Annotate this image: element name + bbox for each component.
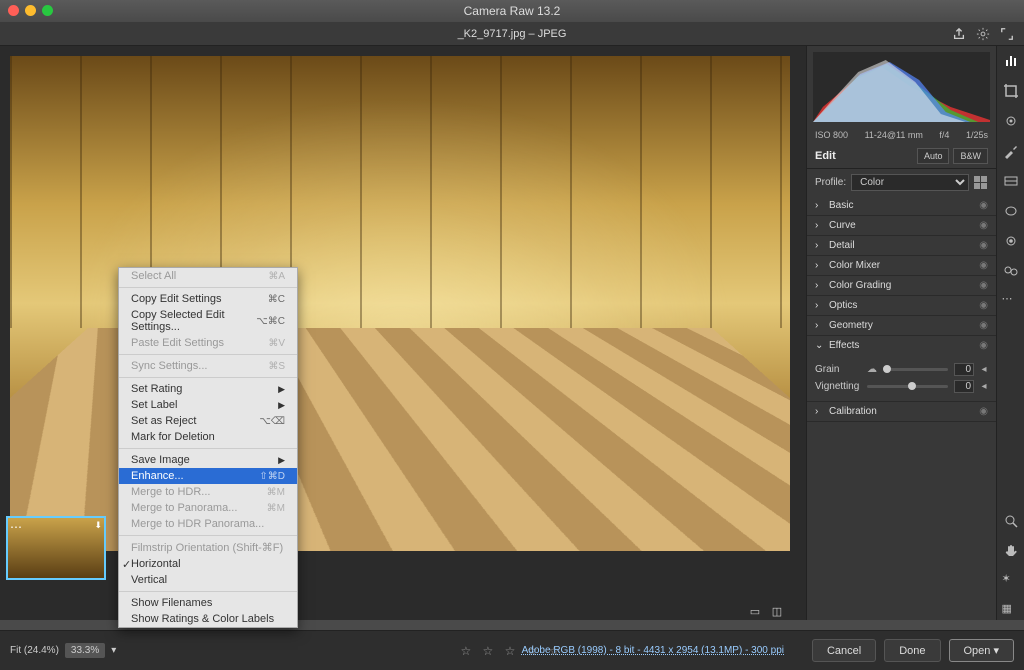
thumbnail-save-icon[interactable]: ⬇: [94, 520, 102, 531]
context-menu-item[interactable]: Enhance...⇧⌘D: [119, 468, 297, 484]
context-menu-item[interactable]: Show Filenames: [119, 595, 297, 611]
histogram[interactable]: [813, 52, 990, 122]
workflow-options-link[interactable]: Adobe RGB (1998) - 8 bit - 4431 x 2954 (…: [522, 645, 784, 656]
context-menu-item[interactable]: Save Image▶: [119, 452, 297, 468]
minimize-window-icon[interactable]: [25, 5, 36, 16]
footer-bar: Fit (24.4%) 33.3% ▾ ☆ ☆ ☆ ☆ ☆ Adobe RGB …: [0, 630, 1024, 670]
section-optics[interactable]: ›Optics◉: [807, 296, 996, 315]
zoom-dropdown-icon[interactable]: ▾: [111, 645, 116, 656]
radial-tool-icon[interactable]: [1002, 202, 1020, 220]
done-button[interactable]: Done: [884, 639, 940, 662]
compare-view-icon[interactable]: ◫: [770, 604, 784, 618]
preset-tool-icon[interactable]: [1002, 262, 1020, 280]
zoom-level[interactable]: 33.3%: [65, 643, 105, 658]
section-colorgrading[interactable]: ›Color Grading◉: [807, 276, 996, 295]
visibility-eye-icon[interactable]: ◉: [979, 280, 988, 291]
maximize-window-icon[interactable]: [42, 5, 53, 16]
context-menu-item: Merge to Panorama...⌘M: [119, 500, 297, 516]
section-geometry[interactable]: ›Geometry◉: [807, 316, 996, 335]
auto-button[interactable]: Auto: [917, 148, 950, 164]
visibility-eye-icon[interactable]: ◉: [979, 320, 988, 331]
context-menu-item: Merge to HDR Panorama...: [119, 516, 297, 532]
close-window-icon[interactable]: [8, 5, 19, 16]
visibility-eye-icon[interactable]: ◉: [979, 340, 988, 351]
gradient-tool-icon[interactable]: [1002, 172, 1020, 190]
redeye-tool-icon[interactable]: [1002, 232, 1020, 250]
more-tool-icon[interactable]: ⋯: [1002, 292, 1020, 310]
visibility-eye-icon[interactable]: ◉: [979, 406, 988, 417]
context-menu-item[interactable]: Set Label▶: [119, 397, 297, 413]
section-basic[interactable]: ›Basic◉: [807, 196, 996, 215]
sampler-tool-icon[interactable]: ✶: [1002, 572, 1020, 590]
heal-tool-icon[interactable]: [1002, 112, 1020, 130]
profile-label: Profile:: [815, 177, 846, 188]
visibility-eye-icon[interactable]: ◉: [979, 300, 988, 311]
context-menu[interactable]: Select All⌘A Copy Edit Settings⌘CCopy Sel…: [118, 267, 298, 628]
context-menu-item: Select All⌘A: [119, 268, 297, 284]
context-menu-item: Merge to HDR...⌘M: [119, 484, 297, 500]
cancel-button[interactable]: Cancel: [812, 639, 876, 662]
context-menu-item[interactable]: Set Rating▶: [119, 381, 297, 397]
file-name-label: _K2_9717.jpg – JPEG: [458, 28, 567, 40]
grain-slider[interactable]: [883, 368, 948, 371]
lens-label: 11-24@11 mm: [865, 130, 923, 140]
macos-titlebar: Camera Raw 13.2: [0, 0, 1024, 22]
hand-tool-icon[interactable]: [1002, 542, 1020, 560]
filmstrip-thumbnail[interactable]: ⋯ ⬇: [6, 516, 106, 580]
visibility-eye-icon[interactable]: ◉: [979, 240, 988, 251]
image-canvas[interactable]: ⋯ ⬇ Select All⌘A Copy Edit Settings⌘CCopy…: [0, 46, 806, 620]
iso-label: ISO 800: [815, 130, 848, 140]
exif-bar: ISO 800 11-24@11 mm f/4 1/25s: [807, 128, 996, 144]
crop-tool-icon[interactable]: [1002, 82, 1020, 100]
context-menu-item[interactable]: Copy Selected Edit Settings...⌥⌘C: [119, 307, 297, 335]
single-view-icon[interactable]: ▭: [748, 604, 762, 618]
vignetting-value[interactable]: 0: [954, 380, 974, 393]
context-menu-item[interactable]: Copy Edit Settings⌘C: [119, 291, 297, 307]
fit-label[interactable]: Fit (24.4%): [10, 645, 59, 656]
visibility-eye-icon[interactable]: ◉: [979, 200, 988, 211]
profile-select[interactable]: Color: [851, 174, 969, 191]
shutter-label: 1/25s: [966, 130, 988, 140]
context-menu-item[interactable]: Vertical: [119, 572, 297, 588]
bw-button[interactable]: B&W: [953, 148, 988, 164]
context-menu-item: Paste Edit Settings⌘V: [119, 335, 297, 351]
brush-tool-icon[interactable]: [1002, 142, 1020, 160]
zoom-tool-icon[interactable]: [1002, 512, 1020, 530]
grain-preset-icon[interactable]: ☁: [867, 364, 877, 375]
visibility-eye-icon[interactable]: ◉: [979, 220, 988, 231]
edit-tool-icon[interactable]: [1002, 52, 1020, 70]
export-icon[interactable]: [952, 27, 966, 41]
context-menu-item[interactable]: Set as Reject⌥⌫: [119, 413, 297, 429]
grid-tool-icon[interactable]: ▦: [1002, 602, 1020, 620]
fullscreen-icon[interactable]: [1000, 27, 1014, 41]
settings-gear-icon[interactable]: [976, 27, 990, 41]
context-menu-item: Sync Settings...⌘S: [119, 358, 297, 374]
context-menu-item[interactable]: Show Ratings & Color Labels: [119, 611, 297, 627]
vignetting-slider[interactable]: [867, 385, 948, 388]
section-curve[interactable]: ›Curve◉: [807, 216, 996, 235]
grain-expand-icon[interactable]: ◂: [980, 364, 988, 375]
thumbnail-menu-icon[interactable]: ⋯: [10, 520, 22, 534]
vignetting-expand-icon[interactable]: ◂: [980, 381, 988, 392]
aperture-label: f/4: [939, 130, 949, 140]
open-button[interactable]: Open ▾: [949, 639, 1015, 662]
edit-panel: ISO 800 11-24@11 mm f/4 1/25s Edit Auto …: [806, 46, 996, 620]
context-menu-item[interactable]: Mark for Deletion: [119, 429, 297, 445]
section-effects[interactable]: ⌄Effects◉: [807, 336, 996, 355]
grain-label: Grain: [815, 364, 861, 375]
section-colormixer[interactable]: ›Color Mixer◉: [807, 256, 996, 275]
vignetting-label: Vignetting: [815, 381, 861, 392]
profile-browser-icon[interactable]: [974, 176, 988, 190]
app-title: Camera Raw 13.2: [464, 4, 561, 18]
tool-strip: ⋯ ✶ ▦: [996, 46, 1024, 620]
edit-label: Edit: [815, 150, 836, 162]
window-controls[interactable]: [8, 5, 53, 16]
section-calibration[interactable]: ›Calibration◉: [807, 402, 996, 421]
context-menu-item: Filmstrip Orientation (Shift-⌘F): [119, 539, 297, 556]
visibility-eye-icon[interactable]: ◉: [979, 260, 988, 271]
context-menu-item[interactable]: ✓Horizontal: [119, 556, 297, 572]
section-detail[interactable]: ›Detail◉: [807, 236, 996, 255]
file-header-bar: _K2_9717.jpg – JPEG: [0, 22, 1024, 46]
grain-value[interactable]: 0: [954, 363, 974, 376]
